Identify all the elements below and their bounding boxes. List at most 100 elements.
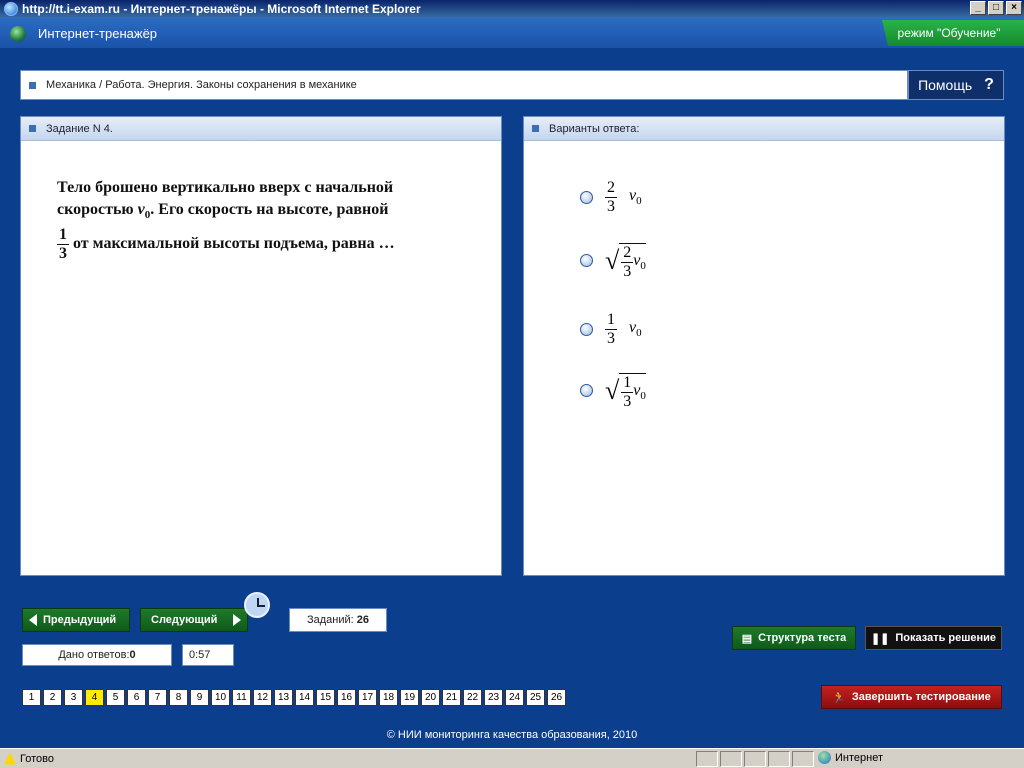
radio-button[interactable] (580, 323, 593, 336)
question-text-part2: . Его скорость на высоте, равной (150, 201, 389, 218)
radio-button[interactable] (580, 253, 593, 267)
status-segment (720, 751, 742, 767)
page-button-8[interactable]: 8 (169, 689, 188, 706)
answer-option-1[interactable]: 2 3 v0 (580, 179, 642, 216)
zone-label: Интернет (835, 751, 883, 764)
page-button-2[interactable]: 2 (43, 689, 62, 706)
page-button-10[interactable]: 10 (211, 689, 230, 706)
question-text-part3: от максимальной высоты подъема, равна … (73, 235, 395, 253)
security-zone: Интернет (818, 751, 883, 764)
page-button-3[interactable]: 3 (64, 689, 83, 706)
page-button-21[interactable]: 21 (442, 689, 461, 706)
app-title: Интернет-тренажёр (38, 26, 158, 41)
page-button-4[interactable]: 4 (85, 689, 104, 706)
page-button-16[interactable]: 16 (337, 689, 356, 706)
page-button-25[interactable]: 25 (526, 689, 545, 706)
main-area: Механика / Работа. Энергия. Законы сохра… (0, 48, 1024, 722)
answer-option-4[interactable]: √ 1 3 v0 (580, 369, 646, 411)
bullet-icon (29, 125, 36, 132)
prev-button[interactable]: Предыдущий (22, 608, 130, 632)
page-button-6[interactable]: 6 (127, 689, 146, 706)
test-structure-button[interactable]: ▤ Структура теста (732, 626, 856, 650)
next-button[interactable]: Следующий (140, 608, 248, 632)
sqrt-expression: √ 2 3 v0 (605, 239, 646, 281)
v0-symbol: v0 (633, 252, 646, 273)
globe-icon (10, 26, 26, 42)
breadcrumb: Механика / Работа. Энергия. Законы сохра… (20, 70, 908, 100)
status-segment (744, 751, 766, 767)
arrow-left-icon (29, 614, 37, 626)
page-button-15[interactable]: 15 (316, 689, 335, 706)
answers-title: Варианты ответа: (549, 122, 640, 135)
internet-zone-icon (818, 751, 831, 764)
status-segment (696, 751, 718, 767)
help-button[interactable]: Помощь ? (908, 70, 1004, 100)
task-panel: Задание N 4. Тело брошено вертикально вв… (20, 116, 502, 576)
task-panel-header: Задание N 4. (21, 117, 501, 141)
mode-badge: режим "Обучение" (882, 20, 1024, 46)
page-button-11[interactable]: 11 (232, 689, 251, 706)
page-button-26[interactable]: 26 (547, 689, 566, 706)
book-icon: ❚❚ (870, 632, 890, 645)
status-text: Готово (20, 752, 54, 765)
page-button-17[interactable]: 17 (358, 689, 377, 706)
arrow-right-icon (233, 614, 241, 626)
warning-icon (4, 752, 16, 765)
page-button-22[interactable]: 22 (463, 689, 482, 706)
page-button-23[interactable]: 23 (484, 689, 503, 706)
page-button-24[interactable]: 24 (505, 689, 524, 706)
footer: © НИИ мониторинга качества образования, … (0, 722, 1024, 748)
window-title-bar: http://tt.i-exam.ru - Интернет-тренажёры… (0, 0, 1024, 18)
answer-fraction: 1 3 (605, 311, 617, 347)
minimize-button[interactable]: _ (970, 1, 986, 15)
close-button[interactable]: × (1006, 1, 1022, 15)
answer-fraction: 2 3 (605, 179, 617, 215)
radio-button[interactable] (580, 383, 593, 397)
page-button-7[interactable]: 7 (148, 689, 167, 706)
list-icon: ▤ (741, 632, 753, 645)
answers-panel-header: Варианты ответа: (524, 117, 1004, 141)
v0-symbol: v0 (137, 201, 151, 222)
answers-panel: Варианты ответа: 2 3 v0 √ 2 3 v0 1 3 v0 … (523, 116, 1005, 576)
sqrt-expression: √ 1 3 v0 (605, 369, 646, 411)
sqrt-icon: √ (605, 246, 620, 275)
page-button-14[interactable]: 14 (295, 689, 314, 706)
page-button-1[interactable]: 1 (22, 689, 41, 706)
app-header: Интернет-тренажёр режим "Обучение" (0, 18, 1024, 48)
status-segment (792, 751, 814, 767)
question-fraction: 1 3 (57, 226, 69, 263)
question-icon: ? (984, 76, 994, 93)
help-label: Помощь (918, 77, 973, 93)
page-button-12[interactable]: 12 (253, 689, 272, 706)
answer-fraction: 2 3 (621, 244, 634, 280)
clock-icon (244, 592, 270, 618)
window-controls: _ □ × (970, 1, 1022, 15)
finish-test-button[interactable]: 🏃 Завершить тестирование (821, 685, 1002, 709)
window-title: http://tt.i-exam.ru - Интернет-тренажёры… (22, 2, 421, 16)
v0-symbol: v0 (633, 382, 646, 403)
v0-symbol: v0 (629, 187, 642, 208)
status-bar: Готово Интернет (0, 748, 1024, 768)
show-solution-button[interactable]: ❚❚ Показать решение (865, 626, 1002, 650)
breadcrumb-text: Механика / Работа. Энергия. Законы сохра… (46, 79, 357, 91)
answer-option-3[interactable]: 1 3 v0 (580, 311, 642, 348)
answered-count-box: Дано ответов: 0 (22, 644, 172, 666)
page-button-9[interactable]: 9 (190, 689, 209, 706)
timer: 0:57 (182, 644, 234, 666)
bullet-icon (532, 125, 539, 132)
page-button-19[interactable]: 19 (400, 689, 419, 706)
answer-option-2[interactable]: √ 2 3 v0 (580, 239, 646, 281)
answer-fraction: 1 3 (621, 374, 634, 410)
page-button-13[interactable]: 13 (274, 689, 293, 706)
page-button-18[interactable]: 18 (379, 689, 398, 706)
v0-symbol: v0 (629, 319, 642, 340)
bullet-icon (29, 81, 36, 89)
status-segment (768, 751, 790, 767)
next-label: Следующий (151, 614, 218, 626)
page-button-20[interactable]: 20 (421, 689, 440, 706)
page-button-5[interactable]: 5 (106, 689, 125, 706)
radio-button[interactable] (580, 191, 593, 204)
maximize-button[interactable]: □ (988, 1, 1004, 15)
runner-icon: 🏃 (832, 691, 846, 704)
ie-icon (4, 2, 18, 16)
